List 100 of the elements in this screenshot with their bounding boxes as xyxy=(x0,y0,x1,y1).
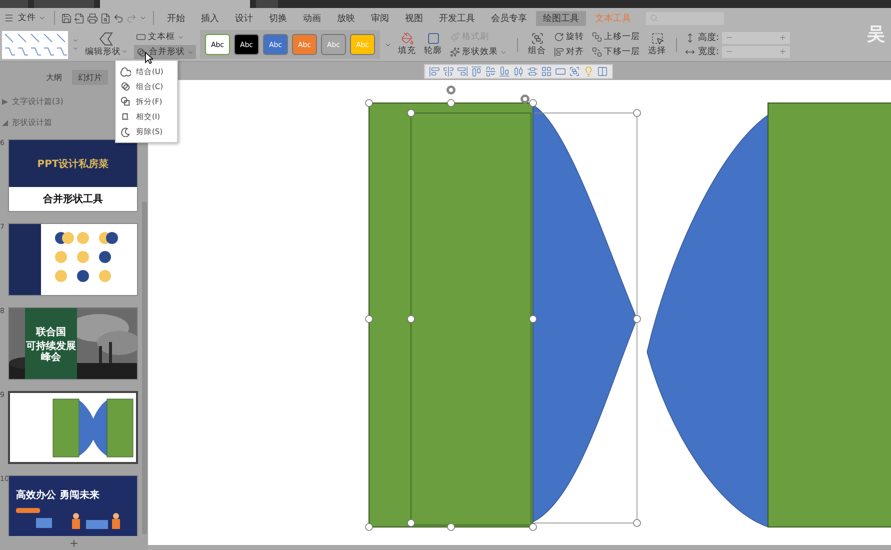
select-icon xyxy=(650,32,664,45)
ribbon-tab[interactable]: 视图 xyxy=(398,10,430,26)
align-bottom-icon xyxy=(499,66,510,76)
caret-icon xyxy=(187,48,194,56)
ribbon-tab[interactable]: 放映 xyxy=(330,10,362,26)
group-icon xyxy=(569,66,580,76)
ribbon-tab[interactable]: 动画 xyxy=(296,10,328,26)
selection-handle[interactable] xyxy=(529,523,537,531)
text-box-button[interactable]: 文本框 xyxy=(134,30,196,44)
align-button[interactable]: 对齐 xyxy=(552,45,586,59)
select-button[interactable]: 选择 xyxy=(646,31,668,58)
selection-handle[interactable] xyxy=(407,519,415,527)
ribbon-tab[interactable]: 开始 xyxy=(160,10,192,26)
rotate-handle[interactable] xyxy=(520,94,530,104)
caret-icon xyxy=(38,14,46,22)
height-icon xyxy=(685,32,695,42)
align-top-icon xyxy=(471,66,482,76)
send-backward-button[interactable]: 下移一层 xyxy=(590,45,642,59)
scrollbar[interactable] xyxy=(142,202,147,534)
selection-handle[interactable] xyxy=(407,109,415,117)
caret-icon xyxy=(177,34,184,40)
circle-square-icon xyxy=(120,96,131,107)
intersect-shapes-icon xyxy=(120,111,131,122)
selection-handle[interactable] xyxy=(529,99,537,107)
rotate-button[interactable]: 旋转 xyxy=(552,30,586,44)
group-button[interactable]: 组合 xyxy=(526,31,548,58)
ribbon-tab[interactable]: 开发工具 xyxy=(432,10,482,26)
scroll-down-icon xyxy=(72,45,79,52)
slide-caption: 合并形状工具 xyxy=(43,192,103,206)
ribbon-tab[interactable]: 审阅 xyxy=(364,10,396,26)
selection-handle[interactable] xyxy=(633,519,641,527)
size-label: 宽度: xyxy=(698,46,720,58)
merge-shapes-button[interactable]: 合并形状 xyxy=(134,45,196,59)
bring-forward-icon xyxy=(592,32,602,42)
size-label: 高度: xyxy=(698,32,720,44)
align-right-icon xyxy=(457,66,468,76)
selection-handle[interactable] xyxy=(365,523,373,531)
outline-square-icon xyxy=(426,32,440,45)
slide-thumbnail[interactable]: PPT设计私房菜 合并形状工具 xyxy=(8,139,138,212)
rotate-icon xyxy=(554,32,564,42)
slide-caption: 可持续发展峰会 xyxy=(26,340,76,362)
panel-tab[interactable]: 幻灯片 xyxy=(72,70,108,85)
collapsed-triangle-icon xyxy=(2,98,8,104)
overlapping-circles-icon xyxy=(120,81,131,92)
selection-handle[interactable] xyxy=(633,315,641,323)
redo-icon xyxy=(126,12,137,24)
search-field[interactable] xyxy=(646,12,724,24)
sparkles-icon xyxy=(450,47,460,57)
ribbon-tab[interactable]: 会员专享 xyxy=(484,10,534,26)
selection-handle[interactable] xyxy=(633,109,641,117)
selection-handle[interactable] xyxy=(365,315,373,323)
group-icon xyxy=(530,32,544,45)
outline-button[interactable]: 轮廓 xyxy=(422,31,444,58)
export-icon xyxy=(74,12,85,24)
slide-heading: 联合国 xyxy=(36,326,66,338)
bring-forward-button[interactable]: 上移一层 xyxy=(590,30,642,44)
expanded-triangle-icon xyxy=(2,120,8,126)
caret-icon xyxy=(139,14,147,22)
panel-tab[interactable]: 大纲 xyxy=(40,70,68,85)
slide-heading: PPT设计私房菜 xyxy=(37,157,109,170)
menu-icon xyxy=(4,13,14,23)
align-center-icon xyxy=(443,66,454,76)
selection-handle[interactable] xyxy=(365,99,373,107)
crescent-icon xyxy=(120,126,131,137)
slide-thumbnail[interactable]: 联合国 可持续发展峰会 xyxy=(8,307,138,380)
search-icon xyxy=(650,14,658,22)
preview-icon xyxy=(100,12,111,24)
file-menu[interactable]: 文件 xyxy=(16,11,48,25)
ribbon-tab[interactable]: 设计 xyxy=(228,10,260,26)
ribbon-tab[interactable]: 绘图工具 xyxy=(536,10,586,26)
selection-handle[interactable] xyxy=(407,315,415,323)
lightbulb-icon xyxy=(583,66,594,76)
connector-gallery-drawing[interactable] xyxy=(2,30,68,58)
distribute-vertical-icon xyxy=(527,66,538,76)
frame-icon xyxy=(555,66,566,76)
align-left-icon xyxy=(429,66,440,76)
distribute-horizontal-icon xyxy=(513,66,524,76)
ribbon-tab[interactable]: 插入 xyxy=(194,10,226,26)
shape-effects-button[interactable]: 形状效果 xyxy=(448,45,509,59)
edit-shape-button[interactable]: 编辑形状 xyxy=(83,30,130,58)
union-shapes-icon xyxy=(120,66,131,77)
caret-icon xyxy=(500,48,507,56)
curved-shape[interactable] xyxy=(646,114,768,528)
selection-handle[interactable] xyxy=(447,99,455,107)
scroll-up-icon xyxy=(72,37,79,44)
text-box-icon xyxy=(136,32,146,42)
caret-icon xyxy=(121,48,128,55)
align-middle-icon xyxy=(485,66,496,76)
selection-handle[interactable] xyxy=(529,315,537,323)
selection-handle[interactable] xyxy=(447,523,455,531)
undo-icon xyxy=(113,12,124,24)
slide-heading: 高效办公 勇闯未来 xyxy=(16,488,100,502)
fill-button[interactable]: 填充 xyxy=(396,31,418,58)
paintbrush-icon xyxy=(450,32,460,42)
send-backward-icon xyxy=(592,47,602,57)
rotate-handle[interactable] xyxy=(446,86,456,94)
grid-icon xyxy=(541,66,552,76)
slide-thumbnail[interactable]: 高效办公 勇闯未来 xyxy=(8,475,138,536)
ribbon-tab[interactable]: 切换 xyxy=(262,10,294,26)
printer-icon xyxy=(87,12,98,24)
